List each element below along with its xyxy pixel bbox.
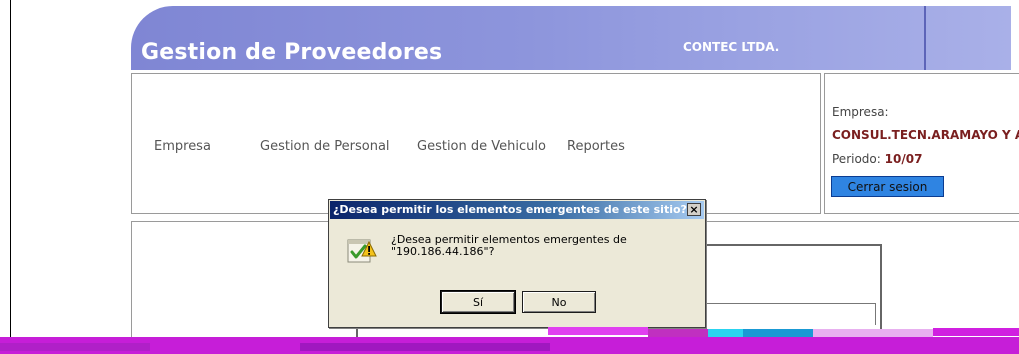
dialog-titlebar[interactable]: ¿Desea permitir los elementos emergentes… — [330, 201, 704, 219]
yes-button[interactable]: Sí — [440, 290, 516, 314]
company-name-header: CONTEC LTDA. — [683, 40, 780, 54]
rendering-artifact — [743, 329, 813, 337]
periodo-value: 10/07 — [884, 152, 923, 166]
content-frame-line — [880, 244, 882, 334]
rendering-artifact — [813, 329, 933, 337]
nav-empresa[interactable]: Empresa — [154, 139, 211, 154]
periodo-label: Periodo: — [832, 152, 881, 166]
popup-permission-dialog: ¿Desea permitir los elementos emergentes… — [328, 199, 706, 328]
rendering-artifact — [708, 329, 743, 337]
dialog-message: ¿Desea permitir elementos emergentes de … — [391, 234, 627, 258]
left-rule — [10, 0, 11, 340]
rendering-artifact — [0, 343, 150, 351]
rendering-artifact — [300, 343, 550, 351]
header-divider — [924, 6, 926, 70]
nav-gestion-vehiculo[interactable]: Gestion de Vehiculo — [417, 139, 546, 154]
rendering-artifact — [648, 329, 708, 337]
empresa-value: CONSUL.TECN.ARAMAYO Y AS — [832, 128, 1019, 142]
no-button[interactable]: No — [522, 291, 596, 313]
periodo-row: Periodo: 10/07 — [832, 152, 922, 166]
rendering-artifact — [548, 327, 648, 335]
content-frame-line — [875, 303, 876, 325]
logout-button[interactable]: Cerrar sesion — [831, 176, 944, 197]
content-frame-line — [700, 244, 882, 246]
rendering-artifact — [933, 328, 1019, 336]
close-icon[interactable]: × — [687, 203, 701, 216]
warning-check-icon — [347, 239, 377, 263]
nav-reportes[interactable]: Reportes — [567, 139, 625, 154]
dialog-title: ¿Desea permitir los elementos emergentes… — [333, 203, 687, 216]
nav-gestion-personal[interactable]: Gestion de Personal — [260, 139, 390, 154]
empresa-label: Empresa: — [832, 105, 889, 119]
dialog-message-line: "190.186.44.186"? — [391, 245, 495, 258]
app-title: Gestion de Proveedores — [141, 40, 443, 65]
content-frame-line — [700, 303, 876, 304]
